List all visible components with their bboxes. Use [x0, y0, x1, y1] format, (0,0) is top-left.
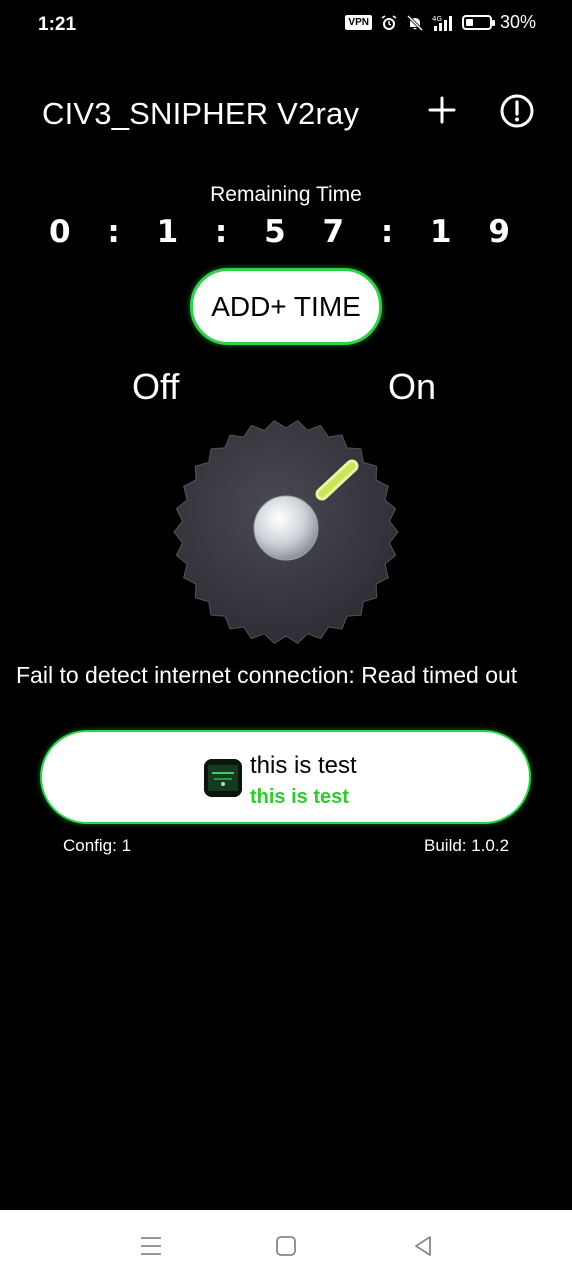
connection-status-message: Fail to detect internet connection: Read…	[16, 662, 518, 688]
recents-button[interactable]	[137, 1232, 165, 1260]
back-button[interactable]	[410, 1232, 438, 1260]
config-label: Config: 1	[63, 836, 132, 855]
signal-4g-icon: 4G	[432, 15, 452, 31]
app-title: CIV3_SNIPHER V2ray	[42, 96, 360, 131]
add-time-button[interactable]: ADD+ TIME	[190, 268, 382, 345]
home-button[interactable]	[272, 1232, 300, 1260]
build-label: Build: 1.0.2	[424, 836, 510, 855]
server-logo-icon	[204, 759, 242, 797]
battery-percent: 30%	[499, 12, 536, 32]
info-button[interactable]	[499, 93, 535, 129]
server-avatar	[204, 759, 242, 797]
alarm-icon	[381, 14, 397, 30]
back-triangle-icon	[415, 1236, 431, 1256]
navigation-bar	[0, 1210, 572, 1280]
status-time: 1:21	[38, 14, 77, 35]
status-bar: 1:21 VPN 4G 30%	[0, 0, 572, 52]
plus-icon	[428, 96, 456, 124]
info-icon	[500, 94, 534, 128]
on-label: On	[388, 366, 437, 407]
server-card[interactable]: this is test this is test	[40, 730, 531, 824]
menu-icon	[141, 1237, 161, 1255]
add-config-button[interactable]	[424, 92, 460, 128]
battery-icon	[461, 15, 495, 30]
svg-text:4G: 4G	[432, 15, 442, 23]
status-icons: VPN 4G 30%	[345, 12, 536, 33]
remaining-time-value: 0 : 1 : 5 7 : 1 9	[49, 214, 523, 250]
mute-icon	[406, 14, 424, 31]
server-subtitle: this is test	[250, 786, 349, 808]
power-knob[interactable]	[172, 418, 400, 646]
remaining-time-label: Remaining Time	[210, 183, 362, 206]
server-name: this is test	[250, 752, 357, 779]
knob-icon	[173, 419, 399, 645]
off-label: Off	[132, 366, 180, 407]
vpn-badge: VPN	[345, 15, 372, 30]
home-square-icon	[276, 1236, 296, 1256]
